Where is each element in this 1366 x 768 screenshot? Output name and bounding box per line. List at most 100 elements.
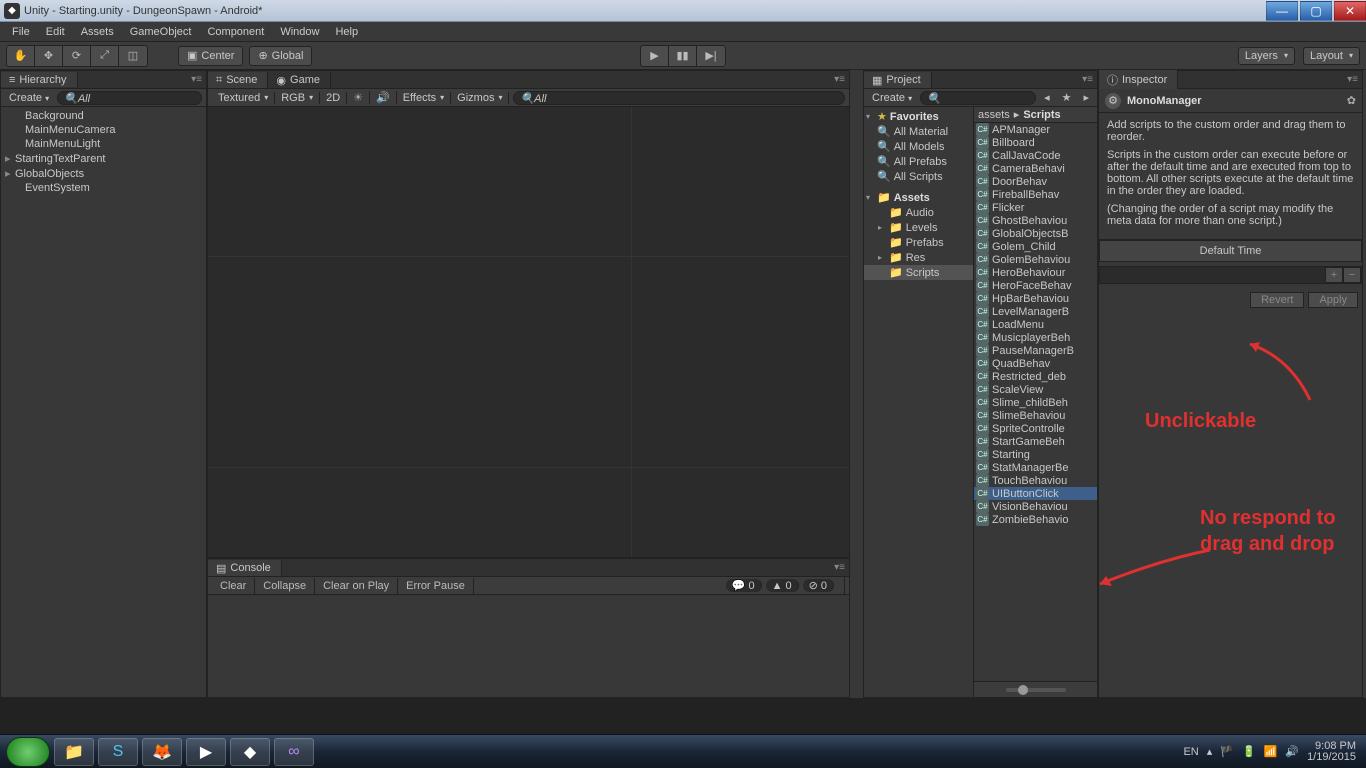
console-clear-on-play-button[interactable]: Clear on Play (315, 578, 398, 594)
folder-item[interactable]: ▸📁Res (864, 250, 973, 265)
scene-gizmos-dropdown[interactable]: Gizmos▾ (451, 92, 509, 104)
step-button[interactable]: ▶| (697, 46, 725, 66)
close-button[interactable]: ✕ (1334, 1, 1366, 21)
apply-button[interactable]: Apply (1308, 292, 1358, 308)
project-file-item[interactable]: C#CameraBehavi (974, 162, 1097, 175)
project-file-item[interactable]: C#ZombieBehavio (974, 513, 1097, 526)
project-file-item[interactable]: C#Restricted_deb (974, 370, 1097, 383)
favorites-header[interactable]: ▾★Favorites (864, 109, 973, 124)
remove-script-button[interactable]: − (1343, 267, 1361, 283)
scene-effects-dropdown[interactable]: Effects▾ (397, 92, 451, 104)
project-file-item[interactable]: C#StatManagerBe (974, 461, 1097, 474)
tray-language[interactable]: EN (1183, 746, 1198, 758)
project-file-item[interactable]: C#QuadBehav (974, 357, 1097, 370)
project-file-item[interactable]: C#APManager (974, 123, 1097, 136)
scene-render-dropdown[interactable]: RGB▾ (275, 92, 320, 104)
hierarchy-tab[interactable]: ≡Hierarchy (1, 72, 78, 87)
scene-2d-toggle[interactable]: 2D (320, 92, 347, 104)
project-file-item[interactable]: C#Billboard (974, 136, 1097, 149)
console-warn-count[interactable]: ▲0 (766, 579, 799, 592)
favorite-item[interactable]: 🔍All Scripts (864, 169, 973, 184)
project-zoom-slider[interactable] (1006, 688, 1066, 692)
console-error-count[interactable]: ⊘0 (803, 579, 834, 592)
project-filter-icon[interactable]: ◂ (1040, 91, 1054, 104)
tray-clock[interactable]: 9:08 PM1/19/2015 (1307, 741, 1356, 763)
start-button[interactable] (6, 737, 50, 767)
favorite-item[interactable]: 🔍All Material (864, 124, 973, 139)
project-label-filter-icon[interactable]: ★ (1058, 91, 1076, 104)
unity-taskbar-icon[interactable]: ◆ (230, 738, 270, 766)
project-file-item[interactable]: C#HpBarBehaviou (974, 292, 1097, 305)
project-file-item[interactable]: C#SlimeBehaviou (974, 409, 1097, 422)
hierarchy-menu-icon[interactable]: ▾≡ (191, 74, 202, 85)
space-mode-toggle[interactable]: ⊕Global (249, 46, 312, 66)
folder-item-selected[interactable]: 📁Scripts (864, 265, 973, 280)
project-file-item[interactable]: C#MusicplayerBeh (974, 331, 1097, 344)
hierarchy-item[interactable]: ▸StartingTextParent (1, 151, 206, 166)
project-menu-icon[interactable]: ▾≡ (1082, 74, 1093, 85)
project-save-search-icon[interactable]: ▸ (1079, 91, 1093, 104)
scene-menu-icon[interactable]: ▾≡ (834, 74, 845, 85)
console-menu-icon[interactable]: ▾≡ (834, 562, 845, 573)
menu-component[interactable]: Component (199, 24, 272, 40)
scene-search-input[interactable]: 🔍All (513, 91, 845, 105)
project-file-item[interactable]: C#StartGameBeh (974, 435, 1097, 448)
project-file-item[interactable]: C#GhostBehaviou (974, 214, 1097, 227)
project-file-item[interactable]: C#GlobalObjectsB (974, 227, 1097, 240)
project-file-item[interactable]: C#PauseManagerB (974, 344, 1097, 357)
pivot-mode-toggle[interactable]: ▣Center (178, 46, 243, 66)
menu-help[interactable]: Help (327, 24, 366, 40)
console-tab[interactable]: ▤Console (208, 560, 282, 576)
project-file-item[interactable]: C#SpriteControlle (974, 422, 1097, 435)
favorite-item[interactable]: 🔍All Models (864, 139, 973, 154)
firefox-taskbar-icon[interactable]: 🦊 (142, 738, 182, 766)
tray-battery-icon[interactable]: 🔋 (1242, 745, 1256, 758)
menu-assets[interactable]: Assets (73, 24, 122, 40)
script-order-slot[interactable]: + − (1099, 266, 1362, 284)
hierarchy-item[interactable]: ▸GlobalObjects (1, 166, 206, 181)
play-button[interactable]: ▶ (641, 46, 669, 66)
project-file-item[interactable]: C#FireballBehav (974, 188, 1097, 201)
project-file-item[interactable]: C#GolemBehaviou (974, 253, 1097, 266)
assets-header[interactable]: ▾📁Assets (864, 190, 973, 205)
tray-volume-icon[interactable]: 🔊 (1285, 745, 1299, 758)
project-tab[interactable]: ▦Project (864, 72, 932, 88)
project-file-item[interactable]: C#Flicker (974, 201, 1097, 214)
project-search-input[interactable]: 🔍 (920, 91, 1036, 105)
project-file-item[interactable]: C#LoadMenu (974, 318, 1097, 331)
game-tab[interactable]: ◉Game (268, 72, 331, 88)
project-file-item[interactable]: C#Starting (974, 448, 1097, 461)
inspector-menu-icon[interactable]: ▾≡ (1347, 74, 1358, 85)
project-file-item[interactable]: C#VisionBehaviou (974, 500, 1097, 513)
project-file-item[interactable]: C#TouchBehaviou (974, 474, 1097, 487)
folder-item[interactable]: 📁Audio (864, 205, 973, 220)
hierarchy-create-dropdown[interactable]: Create ▾ (5, 92, 53, 104)
inspector-settings-icon[interactable]: ✿ (1347, 94, 1356, 107)
visualstudio-taskbar-icon[interactable]: ∞ (274, 738, 314, 766)
project-file-item[interactable]: C#Golem_Child (974, 240, 1097, 253)
minimize-button[interactable]: — (1266, 1, 1298, 21)
project-file-item[interactable]: C#CallJavaCode (974, 149, 1097, 162)
menu-window[interactable]: Window (272, 24, 327, 40)
maximize-button[interactable]: ▢ (1300, 1, 1332, 21)
hierarchy-item[interactable]: MainMenuCamera (1, 123, 206, 137)
menu-edit[interactable]: Edit (38, 24, 73, 40)
scene-tab[interactable]: ⌗Scene (208, 72, 268, 88)
tray-chevron-icon[interactable]: ▴ (1207, 745, 1213, 758)
hand-tool[interactable]: ✋ (7, 46, 35, 66)
rotate-tool[interactable]: ⟳ (63, 46, 91, 66)
project-file-item[interactable]: C#LevelManagerB (974, 305, 1097, 318)
hierarchy-item[interactable]: MainMenuLight (1, 137, 206, 151)
tray-network-icon[interactable]: 📶 (1264, 745, 1278, 758)
move-tool[interactable]: ✥ (35, 46, 63, 66)
menu-gameobject[interactable]: GameObject (122, 24, 200, 40)
menu-file[interactable]: File (4, 24, 38, 40)
explorer-taskbar-icon[interactable]: 📁 (54, 738, 94, 766)
tray-flag-icon[interactable]: 🏴 (1220, 745, 1234, 758)
project-file-item[interactable]: C#HeroFaceBehav (974, 279, 1097, 292)
layout-dropdown[interactable]: Layout▾ (1303, 47, 1360, 65)
project-file-item[interactable]: C#Slime_childBeh (974, 396, 1097, 409)
revert-button[interactable]: Revert (1250, 292, 1304, 308)
rect-tool[interactable]: ◫ (119, 46, 147, 66)
add-script-button[interactable]: + (1325, 267, 1343, 283)
